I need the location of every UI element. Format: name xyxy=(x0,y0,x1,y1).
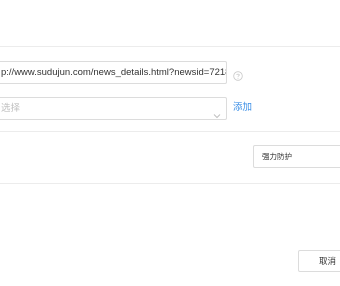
select-placeholder: 选择 xyxy=(1,103,21,114)
cancel-button[interactable]: 取消 xyxy=(298,250,340,272)
add-link[interactable]: 添加 xyxy=(233,101,252,115)
rule-select[interactable]: 选择 xyxy=(0,97,227,120)
protection-level-select[interactable]: 强力防护 xyxy=(253,145,340,168)
chevron-down-icon xyxy=(213,106,221,119)
url-input[interactable]: p://www.sudujun.com/news_details.html?ne… xyxy=(0,61,227,84)
section-divider xyxy=(0,183,340,184)
dialog-body: p://www.sudujun.com/news_details.html?ne… xyxy=(0,0,340,286)
question-circle-icon[interactable] xyxy=(233,68,243,81)
section-divider xyxy=(0,131,340,132)
section-divider xyxy=(0,46,340,47)
